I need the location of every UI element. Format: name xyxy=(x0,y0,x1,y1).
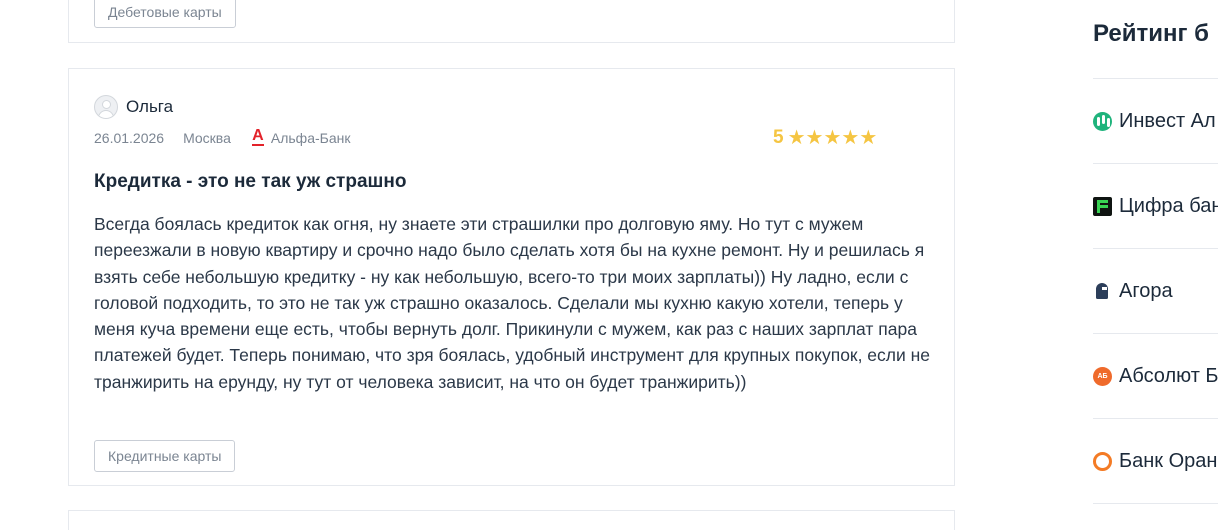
star-icon: ★ xyxy=(823,127,842,149)
star-icon: ★ xyxy=(805,127,824,149)
review-text: Всегда боялась кредиток как огня, ну зна… xyxy=(94,214,931,392)
sidebar-item-orange[interactable]: Банк Оран xyxy=(1093,418,1218,503)
sidebar-title: Рейтинг б xyxy=(1093,20,1210,47)
sidebar-item-label: Банк Оран xyxy=(1119,449,1218,472)
bank-name: Альфа-Банк xyxy=(270,130,351,146)
sidebar-item-label: Абсолют Б xyxy=(1119,364,1218,387)
sidebar-item-absolut[interactable]: АБ Абсолют Б xyxy=(1093,333,1218,418)
review-rating: 5 ★ ★ ★ ★ ★ xyxy=(773,127,877,149)
sidebar-item-invest[interactable]: Инвест Ал xyxy=(1093,78,1218,163)
page: Дебетовые карты Ольга 26.01.2026 Москва … xyxy=(0,0,1218,530)
review-author: Ольга xyxy=(94,95,173,119)
review-title[interactable]: Кредитка - это не так уж страшно xyxy=(94,171,406,193)
review-card: Ольга 26.01.2026 Москва А Альфа-Банк 5 ★… xyxy=(68,68,955,486)
rating-value: 5 xyxy=(773,127,784,148)
star-icon: ★ xyxy=(841,127,860,149)
sidebar-item-label: Агора xyxy=(1119,279,1173,302)
review-date: 26.01.2026 xyxy=(94,130,165,146)
sidebar-item-label: Цифра бан xyxy=(1119,194,1218,217)
sidebar-item-label: Инвест Ал xyxy=(1119,109,1216,132)
invest-logo-icon xyxy=(1093,111,1112,131)
orange-logo-icon xyxy=(1093,451,1112,471)
agora-logo-icon xyxy=(1093,282,1112,301)
sidebar-divider xyxy=(1093,503,1218,530)
avatar-icon xyxy=(94,95,118,119)
review-meta: 26.01.2026 Москва А Альфа-Банк xyxy=(94,128,351,147)
alfa-bank-logo-icon: А xyxy=(251,128,265,147)
star-icon: ★ xyxy=(859,127,878,149)
bank-link[interactable]: А Альфа-Банк xyxy=(251,128,351,147)
sidebar-item-cifra[interactable]: Цифра бан xyxy=(1093,163,1218,248)
cifra-logo-icon xyxy=(1093,196,1112,216)
star-icon: ★ xyxy=(787,127,806,149)
author-name: Ольга xyxy=(126,97,174,116)
absolut-logo-icon: АБ xyxy=(1093,366,1112,386)
review-city: Москва xyxy=(183,130,231,146)
category-tag[interactable]: Дебетовые карты xyxy=(94,0,236,28)
next-review-card xyxy=(68,510,955,530)
previous-review-card: Дебетовые карты xyxy=(68,0,955,43)
sidebar-item-agora[interactable]: Агора xyxy=(1093,248,1218,333)
category-tag[interactable]: Кредитные карты xyxy=(94,440,236,472)
